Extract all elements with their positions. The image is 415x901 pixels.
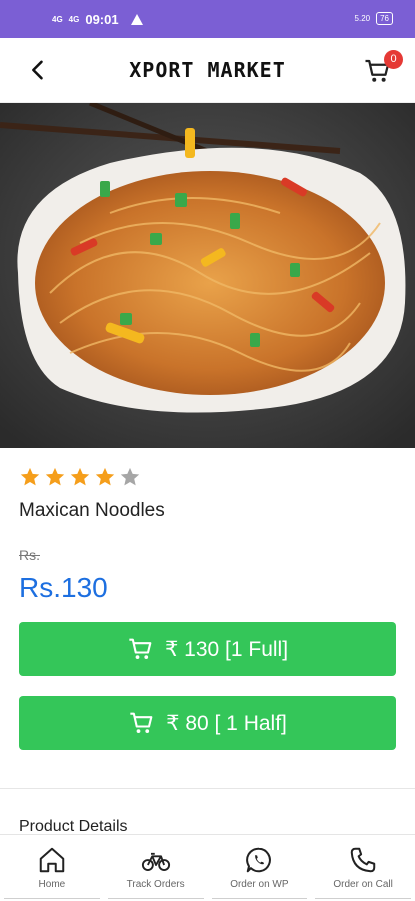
nav-track-orders-label: Track Orders [126, 879, 185, 890]
phone-icon [350, 847, 376, 873]
status-time: 09:01 [85, 12, 119, 27]
nav-home-label: Home [38, 879, 66, 890]
home-icon [39, 847, 65, 873]
cart-icon [129, 638, 152, 660]
product-image [0, 103, 415, 448]
star-empty-icon [120, 467, 140, 486]
star-filled-icon [45, 467, 65, 486]
nav-order-whatsapp[interactable]: Order on WP [208, 835, 312, 901]
star-filled-icon [70, 467, 90, 486]
nav-underline [4, 898, 100, 899]
nav-underline [315, 898, 411, 899]
nav-order-whatsapp-label: Order on WP [230, 879, 289, 890]
app-bar: XPORT MARKET 0 [0, 38, 415, 103]
warning-icon [130, 14, 143, 25]
mrp-price: Rs. [19, 547, 40, 563]
add-full-button[interactable]: ₹ 130 [1 Full] [19, 622, 396, 676]
status-bar: 4G 4G 09:01 5.20 76 [0, 0, 415, 38]
nav-order-call[interactable]: Order on Call [311, 835, 415, 901]
app-title: XPORT MARKET [129, 58, 286, 82]
product-name: Maxican Noodles [19, 500, 165, 521]
nav-underline [107, 898, 204, 899]
network-speed: 5.20 [354, 14, 371, 23]
nav-home[interactable]: Home [0, 835, 104, 901]
add-half-label: ₹ 80 [ 1 Half] [166, 711, 287, 735]
rating-stars [19, 466, 141, 488]
star-filled-icon [95, 467, 115, 486]
signal-indicator-2: 4G [68, 14, 80, 24]
bottom-navigation: Home Track Orders Order on WP Order on C… [0, 834, 415, 901]
whatsapp-icon [246, 847, 272, 873]
section-divider [0, 788, 415, 789]
add-full-label: ₹ 130 [1 Full] [164, 637, 289, 661]
cart-count-badge: 0 [384, 50, 403, 69]
add-half-button[interactable]: ₹ 80 [ 1 Half] [19, 696, 396, 750]
nav-underline [211, 898, 308, 899]
nav-order-call-label: Order on Call [333, 879, 393, 890]
star-filled-icon [20, 467, 40, 486]
battery-icon: 76 [376, 12, 393, 25]
selling-price: Rs.130 [19, 572, 108, 603]
cart-icon [130, 712, 153, 734]
nav-track-orders[interactable]: Track Orders [104, 835, 208, 901]
bicycle-icon [141, 852, 170, 871]
signal-indicator-1: 4G [52, 14, 63, 24]
